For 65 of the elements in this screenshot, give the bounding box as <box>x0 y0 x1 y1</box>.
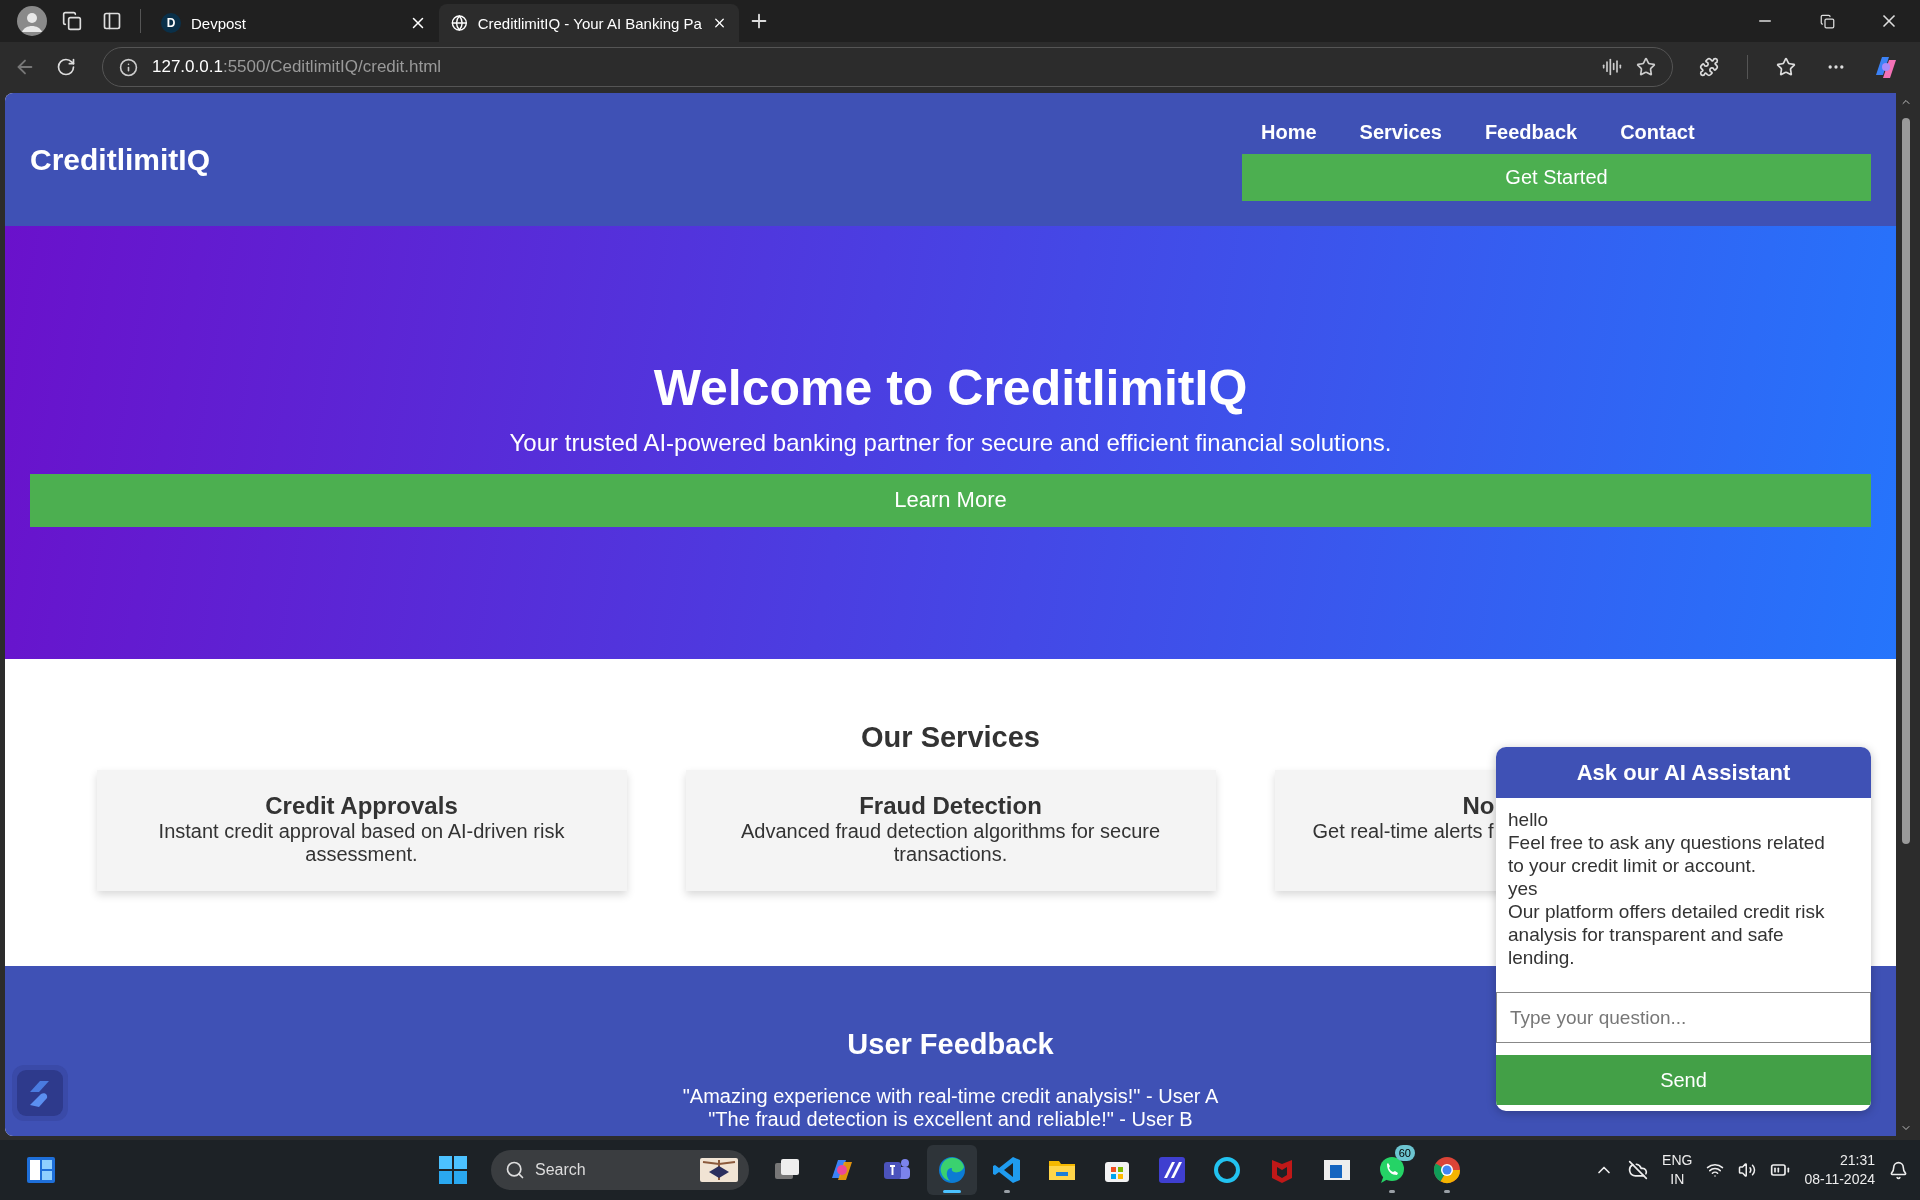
nav-link[interactable]: Services <box>1359 120 1442 144</box>
running-indicator <box>943 1190 961 1193</box>
card-description: Get real-time alerts f <box>1311 820 1494 843</box>
browser-tab[interactable]: CreditlimitIQ - Your AI Banking Pa <box>439 4 739 42</box>
favorite-star-icon[interactable] <box>1636 57 1656 77</box>
tab-actions-icon[interactable] <box>102 11 122 31</box>
widgets-icon[interactable] <box>26 1155 56 1185</box>
start-icon[interactable] <box>438 1155 468 1185</box>
nav-link[interactable]: Contact <box>1620 120 1695 144</box>
globe-icon <box>451 13 468 33</box>
taskbar-search[interactable]: Search <box>491 1150 749 1190</box>
clock[interactable]: 21:31 08-11-2024 <box>1804 1151 1875 1189</box>
taskbar-app[interactable]: 60 <box>1367 1145 1417 1195</box>
taskbar-app[interactable] <box>927 1145 977 1195</box>
profile-avatar[interactable] <box>17 6 47 36</box>
nav-link[interactable]: Feedback <box>1484 120 1578 144</box>
running-indicator <box>1444 1190 1450 1193</box>
running-indicator <box>1004 1190 1010 1193</box>
question-input[interactable]: Type your question... <box>1496 992 1871 1043</box>
favorites-icon[interactable] <box>1776 57 1796 77</box>
url-host: 127.0.0.1 <box>152 57 223 77</box>
site-logo[interactable]: CreditlimitIQ <box>30 142 210 177</box>
app-icon[interactable] <box>1156 1154 1188 1186</box>
info-icon[interactable] <box>119 57 138 77</box>
code-editor-icon[interactable] <box>991 1154 1023 1186</box>
volume-icon[interactable] <box>1738 1161 1757 1179</box>
notifications-icon[interactable] <box>1889 1160 1908 1180</box>
card-title: Fraud Detection <box>859 792 1042 820</box>
workspaces-icon[interactable] <box>62 11 82 31</box>
notification-badge: 60 <box>1394 1145 1415 1161</box>
restore-icon[interactable] <box>1819 13 1835 29</box>
url-path: :5500/CeditlimitIQ/credit.html <box>222 57 442 77</box>
site-favicon: D <box>161 13 181 33</box>
card-description: Advanced fraud detection algorithms for secure transactions. <box>739 820 1162 866</box>
chat-message: yes <box>1508 877 1539 900</box>
chat-message: Our platform offers detailed credit risk analysis for transparent and safe lending. <box>1508 900 1826 969</box>
feedback-quote: "The fraud detection is excellent and reliable!" - User B <box>708 1108 1193 1131</box>
chat-message: hello <box>1508 808 1550 831</box>
feedback-quote: "Amazing experience with real-time credit analysis!" - User A <box>682 1085 1219 1108</box>
scrollbar-thumb[interactable] <box>1901 118 1910 844</box>
ring-icon[interactable] <box>1211 1154 1243 1186</box>
book-icon <box>699 1156 739 1184</box>
app-logo-icon[interactable] <box>12 1065 68 1121</box>
card-title: No <box>1461 792 1495 820</box>
read-aloud-icon[interactable] <box>1602 57 1622 77</box>
search-icon <box>505 1160 525 1180</box>
card-description: Instant credit approval based on AI-driven risk assessment. <box>157 820 566 866</box>
chat-title: Ask our AI Assistant <box>1496 747 1871 798</box>
running-indicator <box>1389 1190 1395 1193</box>
edge-icon[interactable] <box>936 1154 968 1186</box>
card-title: Credit Approvals <box>265 792 458 820</box>
extensions-icon[interactable] <box>1699 57 1719 77</box>
browser-icon[interactable] <box>1431 1154 1463 1186</box>
nav-link[interactable]: Home <box>1261 120 1317 144</box>
hero-subtitle: Your trusted AI-powered banking partner for secure and efficient financial solutions. <box>509 428 1392 457</box>
refresh-icon[interactable] <box>56 57 76 77</box>
browser-tab[interactable]: D Devpost <box>149 4 439 42</box>
language-indicator[interactable]: ENG IN <box>1662 1151 1693 1189</box>
hero-title: Welcome to CreditlimitIQ <box>653 358 1248 417</box>
cloud-off-icon[interactable] <box>1628 1160 1649 1180</box>
wifi-icon[interactable] <box>1706 1161 1725 1179</box>
chat-message: Feel free to ask any questions related to your credit limit or account. <box>1508 831 1826 877</box>
section-title: Our Services <box>861 721 1040 754</box>
section-title: User Feedback <box>847 1028 1054 1061</box>
address-bar[interactable]: 127.0.0.1:5500/CeditlimitIQ/credit.html <box>102 47 1673 87</box>
